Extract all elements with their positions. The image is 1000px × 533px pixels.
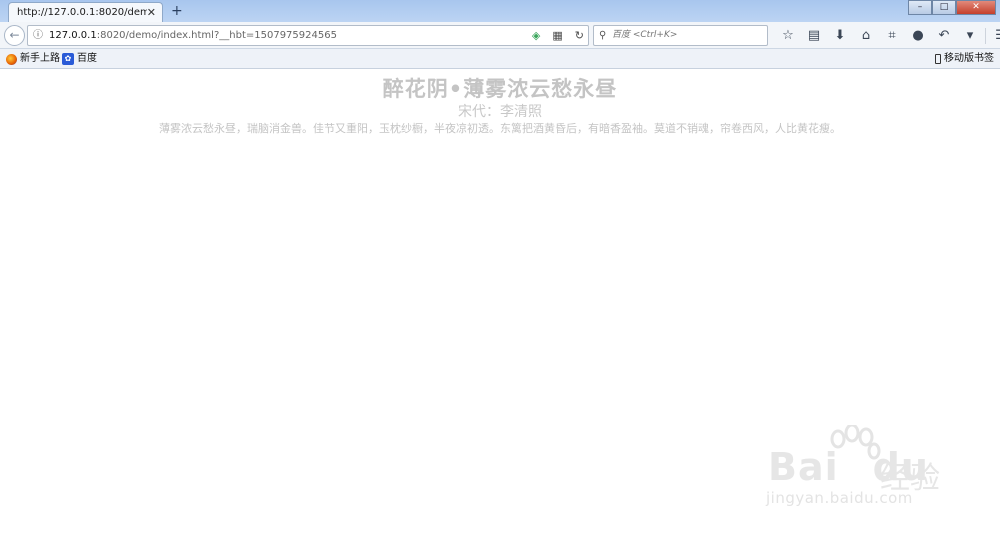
minimize-button[interactable]: – — [908, 0, 932, 15]
firefox-icon — [6, 53, 17, 65]
bookmark-label: 百度 — [77, 53, 97, 64]
watermark-url: jingyan.baidu.com — [766, 489, 913, 507]
address-bar[interactable]: ⓘ 127.0.0.1:8020/demo/index.html?__hbt=1… — [27, 25, 589, 46]
back-button[interactable]: ← — [4, 25, 25, 46]
window-controls: – □ ✕ — [908, 0, 996, 15]
poem-author: 宋代：李清照 — [458, 104, 542, 120]
home-icon[interactable]: ⌂ — [853, 26, 879, 45]
toolbar-divider — [985, 27, 986, 44]
reload-icon[interactable]: ↻ — [575, 26, 584, 45]
poem-title: 醉花阴•薄雾浓云愁永昼 — [382, 77, 618, 101]
url-path: :8020/demo/index.html?__hbt=150797592456… — [96, 30, 337, 41]
url-host: 127.0.0.1 — [49, 30, 97, 41]
download-icon[interactable]: ⬇ — [827, 26, 853, 45]
search-input[interactable]: ⚲ 百度 <Ctrl+K> — [593, 25, 768, 46]
bookmark-label: 新手上路 — [20, 53, 60, 64]
mobile-phone-icon — [935, 54, 941, 64]
undo-icon[interactable]: ↶ — [931, 26, 957, 45]
bookmark-star-icon[interactable]: ☆ — [775, 26, 801, 45]
qr-code-icon[interactable]: ▦ — [552, 26, 562, 45]
search-icon: ⚲ — [599, 30, 607, 41]
mobile-bookmarks-label: 移动版书签 — [944, 53, 994, 64]
baidu-jingyan-watermark: Bai du 经验 jingyan.baidu.com — [760, 425, 970, 515]
maximize-button[interactable]: □ — [932, 0, 956, 15]
bookmarks-bar: 新手上路 ✿ 百度 移动版书签 — [0, 49, 1000, 69]
chat-icon[interactable]: ● — [905, 26, 931, 45]
close-window-button[interactable]: ✕ — [956, 0, 996, 15]
tab-close-icon[interactable]: ✕ — [147, 6, 156, 19]
tab-title: http://127.0.0.1:8020/demo/in — [17, 7, 147, 18]
shield-icon[interactable]: ◈ — [532, 26, 540, 45]
site-info-icon[interactable]: ⓘ — [33, 26, 43, 45]
bookmark-item-getting-started[interactable]: 新手上路 — [6, 49, 60, 69]
poem-body: 薄雾浓云愁永昼，瑞脑消金兽。佳节又重阳，玉枕纱橱，半夜凉初透。东篱把酒黄昏后，有… — [159, 122, 841, 135]
browser-tab[interactable]: http://127.0.0.1:8020/demo/in ✕ — [8, 2, 163, 24]
baidu-paw-icon: ✿ — [62, 53, 74, 65]
screenshot-icon[interactable]: ⌗ — [879, 26, 905, 45]
mobile-bookmarks[interactable]: 移动版书签 — [935, 49, 994, 69]
menu-icon[interactable]: ☰ — [988, 26, 1000, 45]
search-placeholder: 百度 <Ctrl+K> — [612, 30, 678, 40]
reading-list-icon[interactable]: ▤ — [801, 26, 827, 45]
back-arrow-icon: ← — [9, 28, 20, 42]
navigation-bar: ← ⓘ 127.0.0.1:8020/demo/index.html?__hbt… — [0, 22, 1000, 49]
bookmark-item-baidu[interactable]: ✿ 百度 — [62, 49, 97, 69]
toolbar: ☆ ▤ ⬇ ⌂ ⌗ ● ↶ ▾ ☰ — [775, 26, 1000, 45]
window-titlebar: http://127.0.0.1:8020/demo/in ✕ + – □ ✕ — [0, 0, 1000, 24]
address-bar-actions: ◈ ▦ ↻ — [532, 26, 584, 45]
new-tab-button[interactable]: + — [171, 3, 183, 19]
chevron-down-icon[interactable]: ▾ — [957, 26, 983, 45]
